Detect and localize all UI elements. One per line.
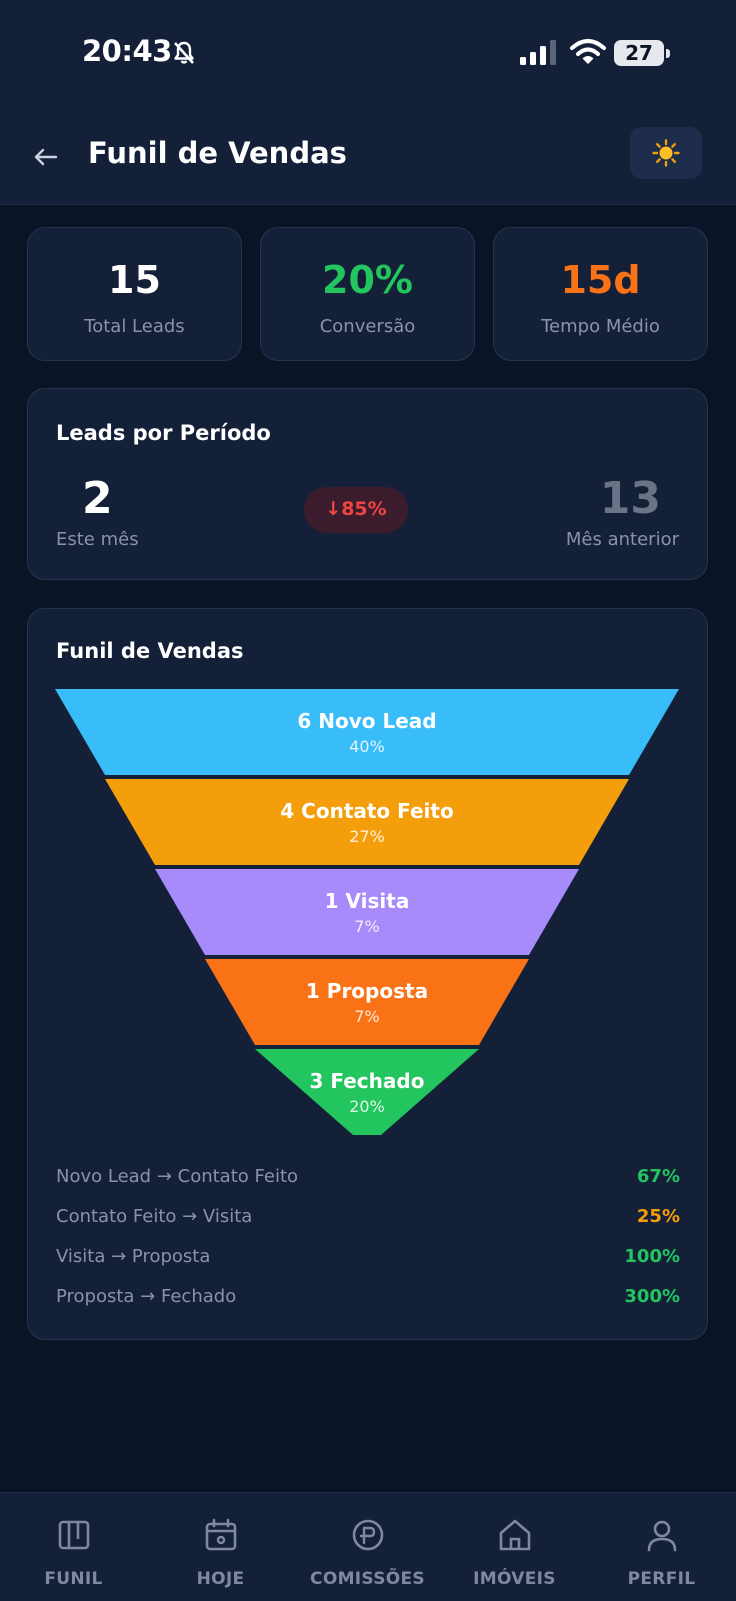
status-time: 20:43 xyxy=(82,34,172,68)
nav-item-hoje[interactable]: HOJE xyxy=(147,1493,294,1601)
conversion-label: Novo Lead → Contato Feito xyxy=(56,1166,299,1187)
signal-icon xyxy=(520,40,556,65)
nav-item-funil[interactable]: FUNIL xyxy=(0,1493,147,1601)
stat-label: Tempo Médio xyxy=(541,316,660,337)
conversion-row: Contato Feito → Visita 25% xyxy=(56,1206,680,1236)
stat-card-total-leads: 15 Total Leads xyxy=(27,227,242,361)
conversion-value: 67% xyxy=(636,1166,680,1187)
battery-icon: 27 xyxy=(614,40,672,68)
funnel-chart: 6 Novo Lead 40% 4 Contato Feito 27% 1 Visita… xyxy=(55,689,679,1135)
funnel-stage-percent: 20% xyxy=(349,1097,385,1116)
stat-card-average-time: 15d Tempo Médio xyxy=(493,227,708,361)
conversion-label: Visita → Proposta xyxy=(56,1246,211,1267)
conversion-value: 25% xyxy=(636,1206,680,1227)
funnel-stage-label: 1 Proposta xyxy=(306,979,428,1003)
funnel-stage-label: 4 Contato Feito xyxy=(280,799,453,823)
period-title: Leads por Período xyxy=(56,421,271,445)
previous-month-value: 13 xyxy=(599,473,661,524)
battery-level: 27 xyxy=(625,41,653,65)
funnel-stage-percent: 7% xyxy=(354,917,379,936)
funnel-stage-label: 1 Visita xyxy=(325,889,410,913)
app-header: Funil de Vendas xyxy=(0,110,736,205)
sales-funnel-card: Funil de Vendas 6 Novo Lead 40% 4 Contato … xyxy=(27,608,708,1340)
nav-label: COMISSÕES xyxy=(310,1569,425,1589)
stat-card-conversion: 20% Conversão xyxy=(260,227,475,361)
funnel-title: Funil de Vendas xyxy=(56,639,244,663)
nav-label: FUNIL xyxy=(44,1569,103,1589)
funnel-stage-percent: 40% xyxy=(349,737,385,756)
stat-label: Total Leads xyxy=(84,316,185,337)
status-bar: 20:43 27 xyxy=(0,0,736,110)
kanban-icon xyxy=(58,1520,90,1550)
bell-muted-icon xyxy=(174,41,194,64)
conversion-label: Proposta → Fechado xyxy=(56,1286,237,1307)
conversion-label: Contato Feito → Visita xyxy=(56,1206,253,1227)
conversion-value: 300% xyxy=(624,1286,680,1307)
funnel-stage-label: 6 Novo Lead xyxy=(297,709,436,733)
stat-value: 15 xyxy=(108,258,161,302)
stat-value: 15d xyxy=(560,258,641,302)
current-month-value: 2 xyxy=(82,473,113,524)
nav-item-comissoes[interactable]: COMISSÕES xyxy=(294,1493,441,1601)
sun-icon xyxy=(652,139,680,167)
bottom-nav: FUNIL HOJE COMISSÕES IMÓVEIS PERFIL xyxy=(0,1492,736,1601)
conversion-row: Visita → Proposta 100% xyxy=(56,1246,680,1276)
conversion-row: Novo Lead → Contato Feito 67% xyxy=(56,1166,680,1196)
back-arrow-icon[interactable] xyxy=(30,142,62,172)
current-month-label: Este mês xyxy=(56,529,139,550)
home-icon xyxy=(499,1519,531,1551)
change-value: ↓85% xyxy=(325,498,387,520)
nav-label: HOJE xyxy=(196,1569,245,1589)
conversion-row: Proposta → Fechado 300% xyxy=(56,1286,680,1316)
leads-period-card: Leads por Período 2 Este mês ↓85% 13 Mês… xyxy=(27,388,708,580)
nav-label: PERFIL xyxy=(627,1569,696,1589)
change-badge: ↓85% xyxy=(304,487,408,533)
conversion-value: 100% xyxy=(624,1246,680,1267)
theme-toggle-button[interactable] xyxy=(630,127,702,179)
coin-icon xyxy=(352,1519,384,1551)
stat-label: Conversão xyxy=(319,316,416,337)
previous-month-label: Mês anterior xyxy=(565,529,679,550)
wifi-icon xyxy=(570,39,606,64)
stat-value: 20% xyxy=(322,258,413,302)
nav-item-imoveis[interactable]: IMÓVEIS xyxy=(441,1493,588,1601)
nav-label: IMÓVEIS xyxy=(473,1569,556,1589)
funnel-stage-label: 3 Fechado xyxy=(310,1069,425,1093)
page-title: Funil de Vendas xyxy=(88,136,347,170)
calendar-icon xyxy=(205,1518,237,1551)
funnel-stage-percent: 27% xyxy=(349,827,385,846)
funnel-stage-percent: 7% xyxy=(354,1007,379,1026)
user-icon xyxy=(647,1520,677,1552)
nav-item-perfil[interactable]: PERFIL xyxy=(588,1493,735,1601)
